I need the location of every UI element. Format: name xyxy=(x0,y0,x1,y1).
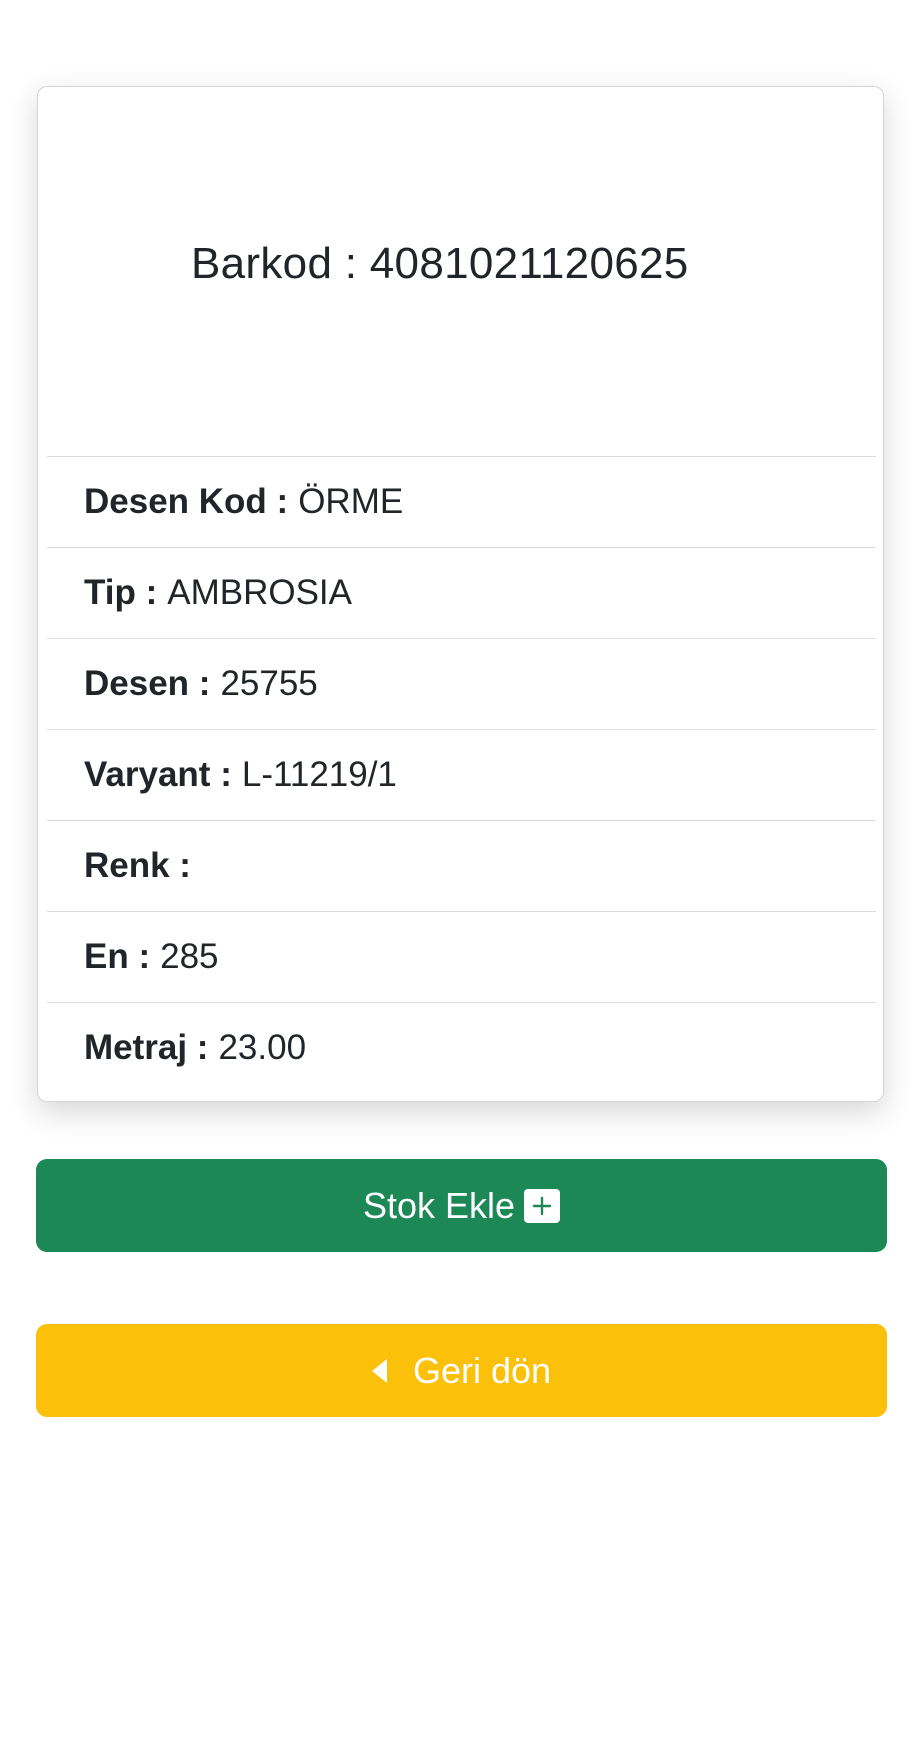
detail-label: Tip : xyxy=(84,573,158,612)
back-label: Geri dön xyxy=(412,1349,552,1391)
detail-label: Renk : xyxy=(84,846,191,885)
detail-label: Varyant : xyxy=(84,755,232,794)
detail-value: 23.00 xyxy=(218,1028,307,1067)
detail-value: AMBROSIA xyxy=(167,573,352,612)
card-header: Barkod : 4081021120625 xyxy=(38,87,883,456)
detail-value: 285 xyxy=(160,937,219,976)
detail-row-tip: Tip : AMBROSIA xyxy=(47,547,876,638)
detail-label: Metraj : xyxy=(84,1028,209,1067)
detail-row-metraj: Metraj : 23.00 xyxy=(47,1002,876,1093)
caret-left-icon xyxy=(371,1358,387,1383)
product-card: Barkod : 4081021120625 Desen Kod : ÖRME … xyxy=(37,86,884,1102)
detail-label: Desen Kod : xyxy=(84,482,289,521)
add-stock-label: Stok Ekle xyxy=(362,1184,516,1226)
plus-square-icon xyxy=(524,1188,561,1223)
detail-value: 25755 xyxy=(220,664,318,703)
detail-row-renk: Renk : xyxy=(47,820,876,911)
product-details-list: Desen Kod : ÖRME Tip : AMBROSIA Desen : … xyxy=(47,456,876,1093)
barcode-title: Barkod : 4081021120625 xyxy=(191,239,689,288)
detail-row-desen: Desen : 25755 xyxy=(47,638,876,729)
add-stock-button[interactable]: Stok Ekle xyxy=(36,1159,887,1252)
back-button[interactable]: Geri dön xyxy=(36,1324,887,1417)
detail-row-en: En : 285 xyxy=(47,911,876,1002)
detail-label: En : xyxy=(84,937,151,976)
detail-value: ÖRME xyxy=(298,482,404,521)
detail-row-desen-kod: Desen Kod : ÖRME xyxy=(47,456,876,547)
detail-value: L-11219/1 xyxy=(241,755,397,794)
detail-label: Desen : xyxy=(84,664,211,703)
detail-row-varyant: Varyant : L-11219/1 xyxy=(47,729,876,820)
